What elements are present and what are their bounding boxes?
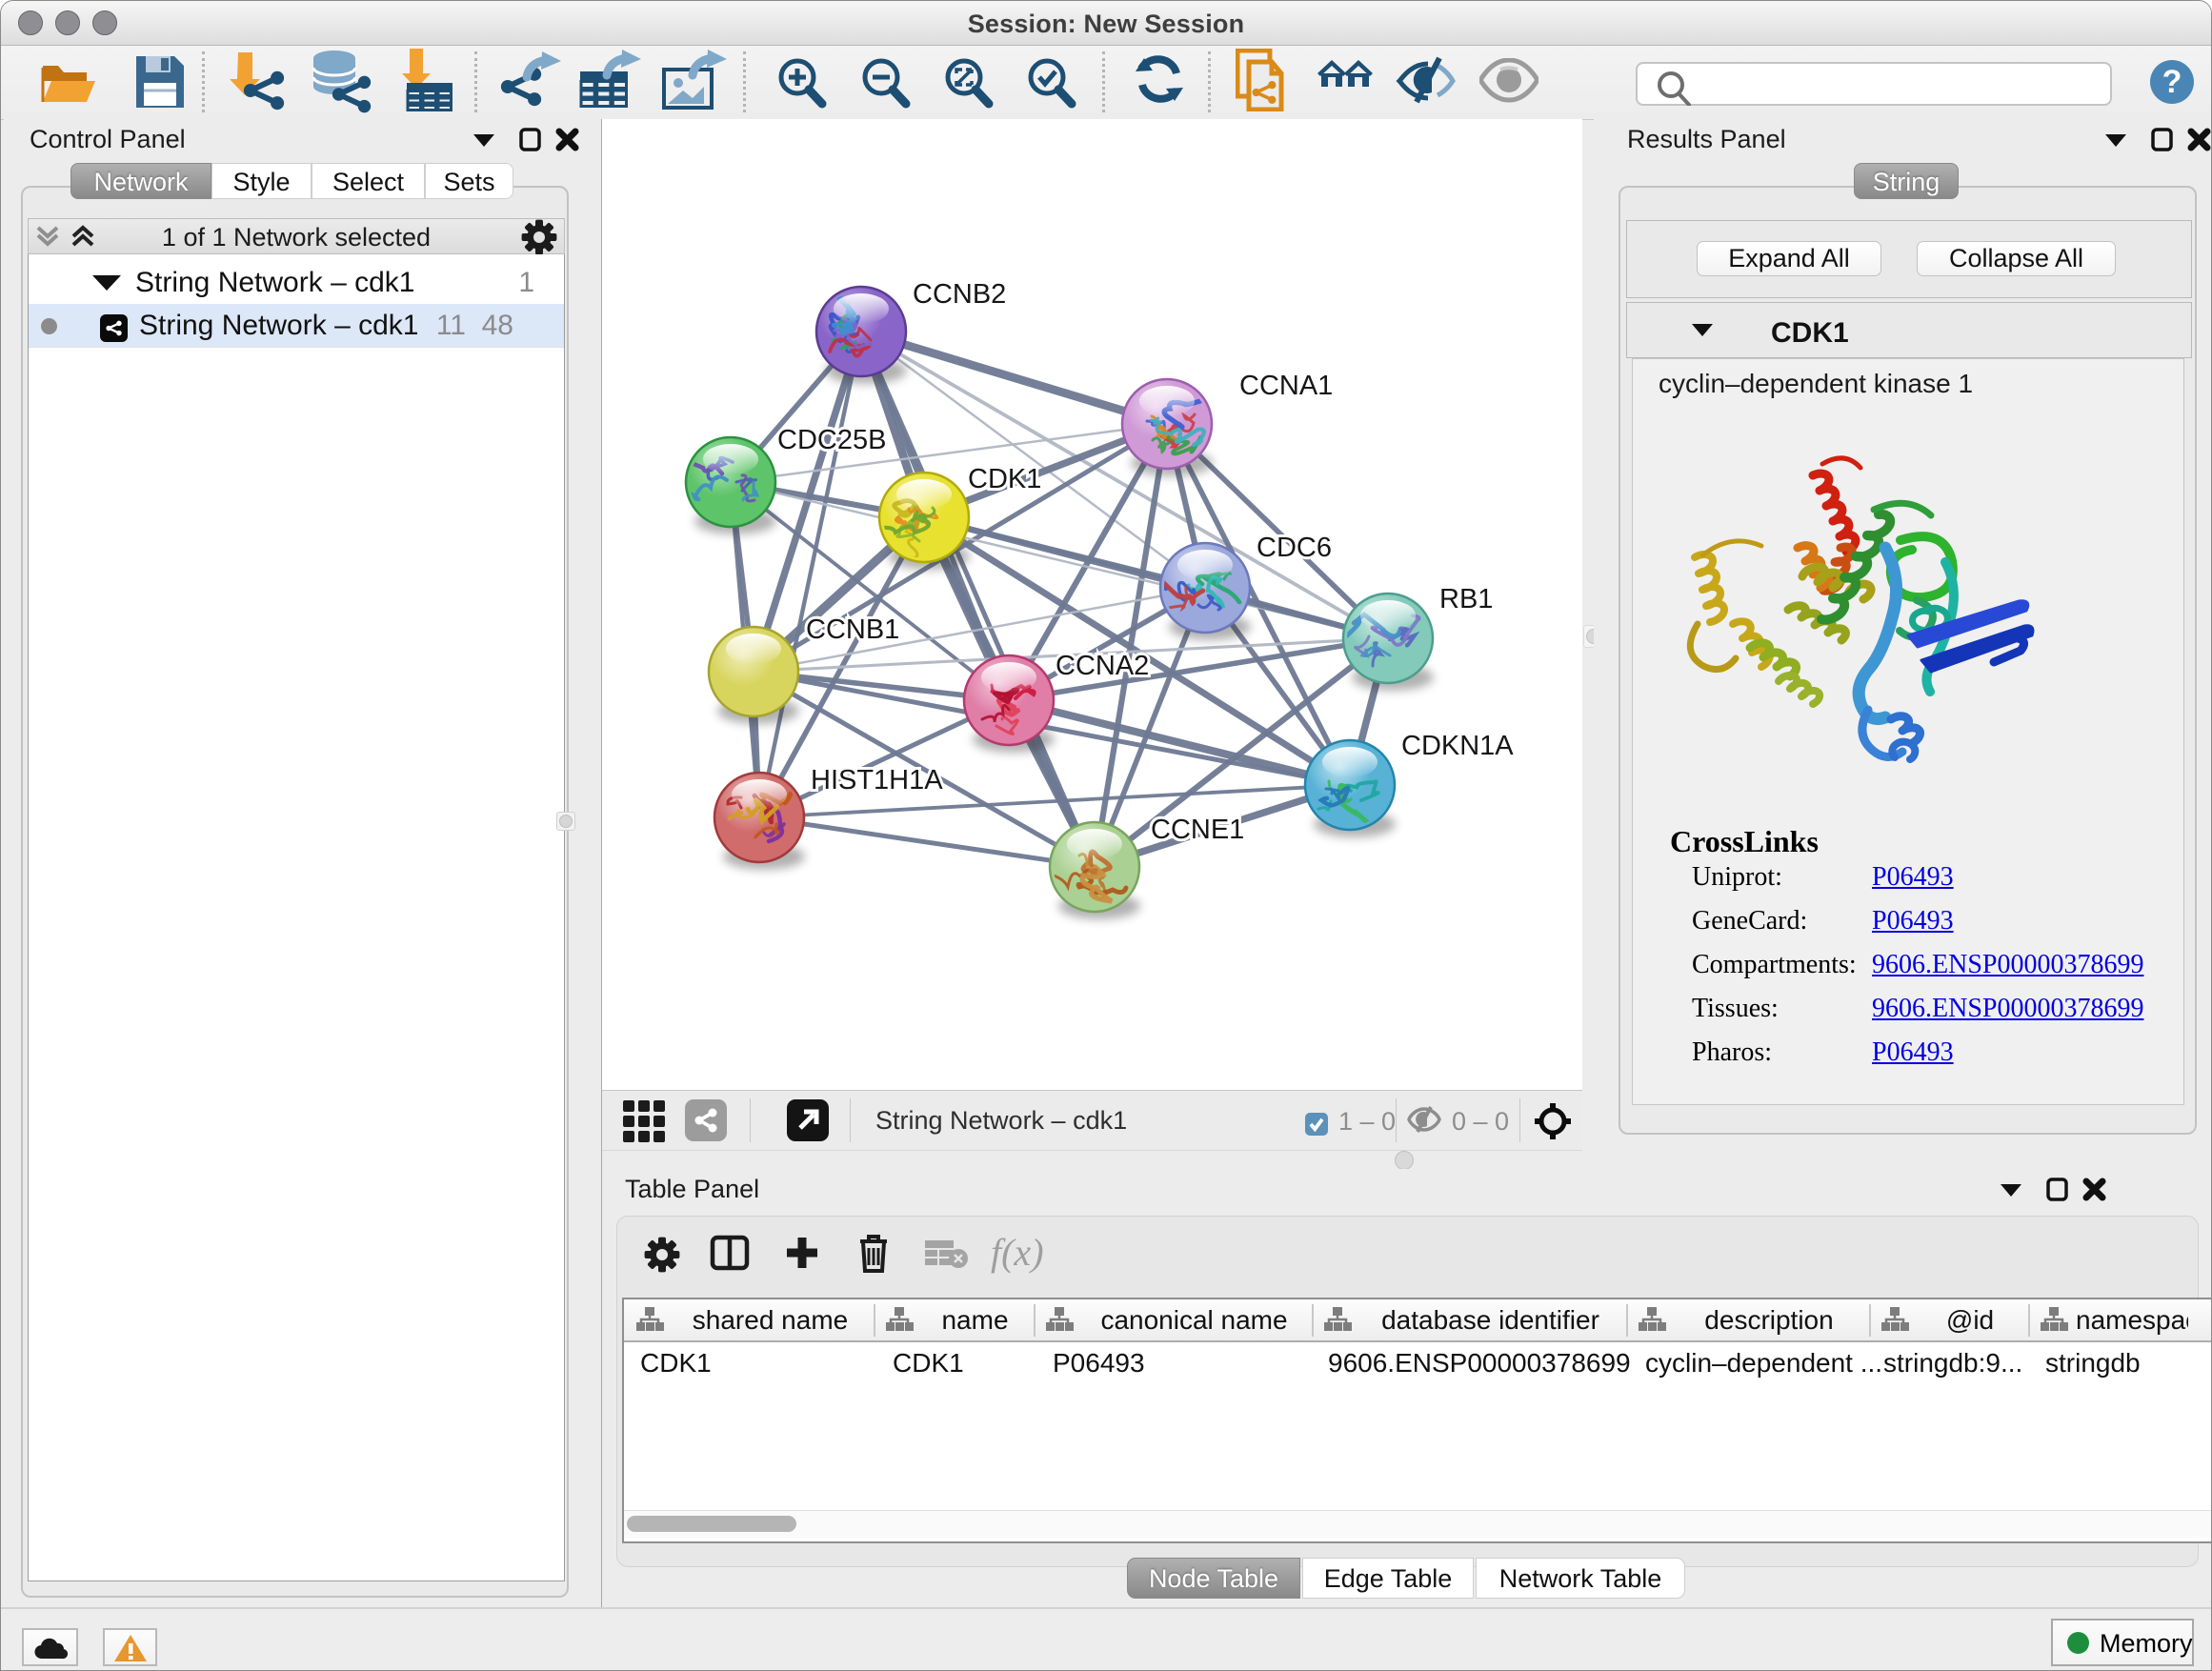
svg-text:CCNE1: CCNE1 — [1151, 815, 1244, 845]
svg-text:CDKN1A: CDKN1A — [1401, 731, 1514, 761]
svg-text:RB1: RB1 — [1439, 584, 1493, 614]
svg-text:CCNB2: CCNB2 — [913, 279, 1006, 310]
svg-text:CCNA1: CCNA1 — [1239, 371, 1333, 401]
svg-text:CCNA2: CCNA2 — [1056, 651, 1149, 681]
svg-text:CDC6: CDC6 — [1257, 533, 1332, 563]
svg-text:CDK1: CDK1 — [968, 464, 1041, 494]
svg-text:CDC25B: CDC25B — [777, 425, 886, 455]
svg-text:CCNB1: CCNB1 — [806, 614, 899, 645]
svg-text:HIST1H1A: HIST1H1A — [811, 765, 943, 795]
